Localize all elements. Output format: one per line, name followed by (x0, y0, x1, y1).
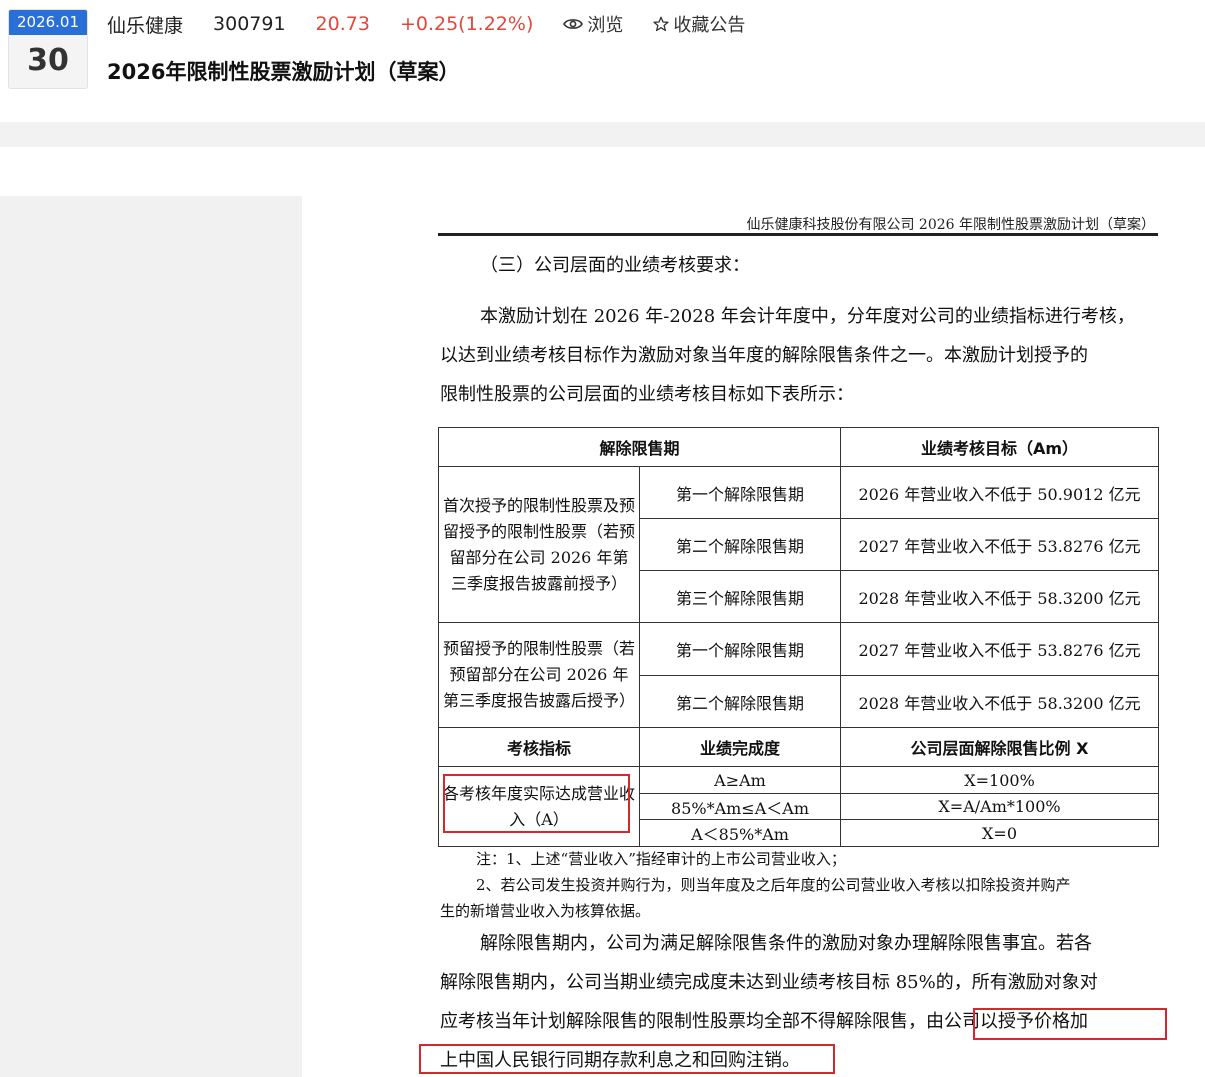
table-notes: 注：1、上述“营业收入”指经审计的上市公司营业收入； 2、若公司发生投资并购行为… (440, 846, 1160, 924)
group1-label: 首次授予的限制性股票及预留授予的限制性股票（若预留部分在公司 2026 年第三季… (438, 466, 640, 623)
document-page: 仙乐健康科技股份有限公司 2026 年限制性股票激励计划（草案） （三）公司层面… (303, 196, 1205, 1077)
text-line: 解除限售期内，公司为满足解除限售条件的激励对象办理解除限售事宜。若各 (480, 933, 1092, 954)
text-line: 限制性股票的公司层面的业绩考核目标如下表所示： (440, 384, 854, 405)
table-row: 预留授予的限制性股票（若预留部分在公司 2026 年第三季度报告披露后授予） 第… (438, 622, 1160, 728)
period-cell: 第一个解除限售期 (638, 466, 842, 519)
header-completion: 业绩完成度 (638, 727, 842, 767)
header-target: 业绩考核目标（Am） (840, 427, 1160, 467)
period-cell: 第一个解除限售期 (638, 622, 842, 676)
favorite-label: 收藏公告 (673, 15, 746, 36)
running-head: 仙乐健康科技股份有限公司 2026 年限制性股票激励计划（草案） (746, 217, 1155, 233)
highlighted-text: 上中国人民银行同期存款利息之和回购注销。 (440, 1050, 800, 1071)
date-month: 2026.01 (9, 10, 87, 35)
completion-cell: A＜85%*Am (638, 819, 842, 847)
highlighted-text: 由公司以授予价格加 (926, 1011, 1088, 1032)
date-badge: 2026.01 30 (8, 9, 88, 89)
text-segment: 应考核当年计划解除限售的限制性股票均全部不得解除限售， (440, 1011, 926, 1032)
table-row: 各考核年度实际达成营业收入（A） A≥Am X=100% (438, 766, 1160, 847)
header-period: 解除限售期 (437, 427, 842, 467)
section-heading: （三）公司层面的业绩考核要求： (480, 255, 750, 276)
ratio-cell: X=0 (840, 819, 1160, 847)
target-cell: 2027 年营业收入不低于 53.8276 亿元 (840, 622, 1160, 676)
indicator-label: 各考核年度实际达成营业收入（A） (438, 766, 640, 847)
header-indicator: 考核指标 (438, 727, 640, 767)
note-line: 2、若公司发生投资并购行为，则当年度及之后年度的公司营业收入考核以扣除投资并购产 (476, 876, 1071, 894)
browse-button[interactable]: 浏览 (563, 11, 623, 37)
group2-label: 预留授予的限制性股票（若预留部分在公司 2026 年第三季度报告披露后授予） (438, 622, 640, 728)
stock-change: +0.25(1.22%) (399, 13, 534, 35)
toolbar-band (0, 122, 1205, 147)
unlock-paragraph: 解除限售期内，公司为满足解除限售条件的激励对象办理解除限售事宜。若各 解除限售期… (440, 924, 1158, 1077)
completion-cell: 85%*Am≤A＜Am (638, 793, 842, 820)
ratio-cell: X=100% (840, 766, 1160, 794)
thumbnail-panel[interactable] (0, 196, 302, 1077)
ratio-cell: X=A/Am*100% (840, 793, 1160, 820)
target-cell: 2028 年营业收入不低于 58.3200 亿元 (840, 570, 1160, 623)
target-cell: 2026 年营业收入不低于 50.9012 亿元 (840, 466, 1160, 519)
text-line: 解除限售期内，公司当期业绩完成度未达到业绩考核目标 85%的，所有激励对象对 (440, 972, 1098, 993)
text-line: 应考核当年计划解除限售的限制性股票均全部不得解除限售，由公司以授予价格加 (440, 1002, 1158, 1041)
date-day: 30 (27, 43, 69, 78)
eye-icon (563, 17, 584, 31)
stock-code[interactable]: 300791 (213, 13, 286, 35)
table-row: 首次授予的限制性股票及预留授予的限制性股票（若预留部分在公司 2026 年第三季… (438, 466, 1160, 623)
header-ratio: 公司层面解除限售比例 X (840, 727, 1160, 767)
announcement-title: 2026年限制性股票激励计划（草案） (107, 60, 460, 84)
text-line: 本激励计划在 2026 年-2028 年会计年度中，分年度对公司的业绩指标进行考… (480, 306, 1135, 327)
star-icon (653, 16, 670, 32)
period-cell: 第二个解除限售期 (638, 518, 842, 571)
table-row: 解除限售期 业绩考核目标（Am） (437, 427, 1160, 467)
header-rule (438, 233, 1158, 236)
completion-cell: A≥Am (638, 766, 842, 794)
favorite-button[interactable]: 收藏公告 (653, 11, 745, 37)
text-line: 以达到业绩考核目标作为激励对象当年度的解除限售条件之一。本激励计划授予的 (440, 345, 1088, 366)
period-cell: 第二个解除限售期 (638, 675, 842, 728)
stock-name[interactable]: 仙乐健康 (107, 11, 183, 38)
browse-label: 浏览 (587, 15, 624, 36)
period-cell: 第三个解除限售期 (638, 570, 842, 623)
target-cell: 2027 年营业收入不低于 53.8276 亿元 (840, 518, 1160, 571)
note-line: 生的新增营业收入为核算依据。 (440, 902, 651, 920)
table-row: 考核指标 业绩完成度 公司层面解除限售比例 X (438, 727, 1160, 767)
target-cell: 2028 年营业收入不低于 58.3200 亿元 (840, 675, 1160, 728)
note-line: 注：1、上述“营业收入”指经审计的上市公司营业收入； (476, 850, 846, 868)
stock-info-bar: 仙乐健康 300791 20.73 +0.25(1.22%) 浏览 收藏公告 (107, 10, 775, 38)
performance-table: 解除限售期 业绩考核目标（Am） 首次授予的限制性股票及预留授予的限制性股票（若… (437, 427, 1160, 847)
intro-paragraph: 本激励计划在 2026 年-2028 年会计年度中，分年度对公司的业绩指标进行考… (440, 297, 1158, 414)
stock-price: 20.73 (315, 13, 370, 35)
